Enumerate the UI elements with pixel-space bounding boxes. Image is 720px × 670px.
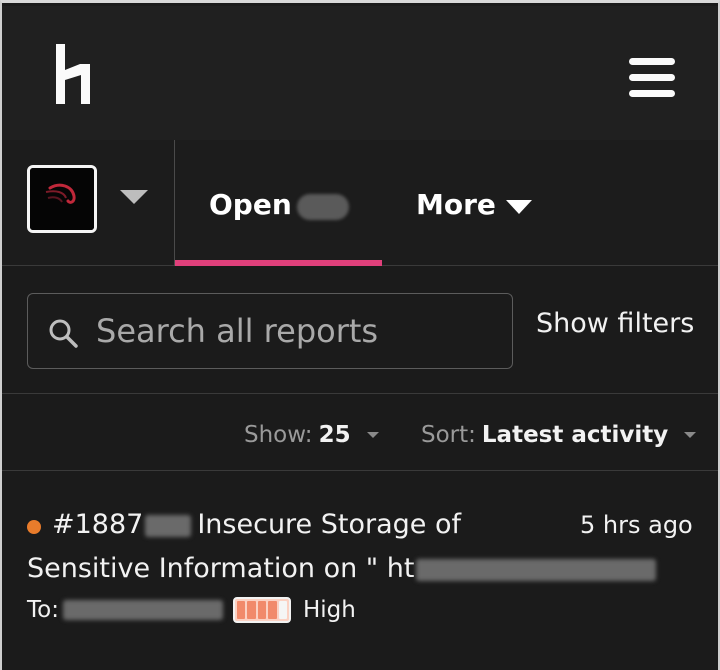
severity-segment xyxy=(236,601,246,619)
severity-segment xyxy=(257,601,267,619)
report-title-line2[interactable]: Sensitive Information on " ht xyxy=(27,553,657,584)
show-count-select[interactable]: Show: 25 xyxy=(244,422,379,448)
report-title-part1: Insecure Storage of xyxy=(197,509,462,540)
show-filters-button[interactable]: Show filters xyxy=(536,308,694,339)
report-time-ago: 5 hrs ago xyxy=(580,511,693,539)
search-input[interactable] xyxy=(96,308,496,354)
to-label: To: xyxy=(27,597,59,623)
tab-open-count-badge xyxy=(297,194,349,220)
severity-meter-icon xyxy=(232,597,291,623)
program-avatar-icon[interactable] xyxy=(27,165,97,233)
report-title-line1[interactable]: #1887 Insecure Storage of xyxy=(52,509,461,540)
severity-segment xyxy=(268,601,277,619)
chevron-down-icon xyxy=(366,432,379,438)
search-row: Show filters xyxy=(2,266,718,394)
report-list-item[interactable]: #1887 Insecure Storage of Sensitive Infor… xyxy=(2,471,718,670)
status-dot-icon xyxy=(27,520,41,534)
search-box[interactable] xyxy=(27,293,513,369)
tab-open[interactable]: Open xyxy=(175,140,382,266)
search-icon xyxy=(49,319,78,348)
redacted-id xyxy=(145,514,192,537)
chevron-down-icon xyxy=(684,432,697,438)
hamburger-menu-icon[interactable] xyxy=(629,56,679,100)
severity-segment xyxy=(247,601,256,619)
program-dropdown-caret-icon[interactable] xyxy=(120,190,148,204)
top-header xyxy=(2,6,718,140)
severity-segment xyxy=(278,601,287,619)
tab-more-label: More xyxy=(416,188,496,221)
hackerone-logo-icon[interactable] xyxy=(54,44,96,106)
redacted-url xyxy=(416,558,657,581)
report-title-part2: Sensitive Information on " ht xyxy=(27,553,415,584)
severity-label: High xyxy=(302,597,356,623)
tab-more-dropdown[interactable]: More xyxy=(416,188,532,221)
app-frame: Open More Show filters Show: 25 Sort: xyxy=(0,0,720,670)
report-recipient-row: To: High xyxy=(27,597,356,623)
report-tabs-bar: Open More xyxy=(2,140,718,266)
list-controls-row: Show: 25 Sort: Latest activity xyxy=(2,394,718,471)
tab-open-label: Open xyxy=(209,188,292,221)
sort-label: Sort: xyxy=(421,422,476,448)
redacted-program-name xyxy=(62,600,223,620)
show-value: 25 xyxy=(318,422,351,448)
sort-select[interactable]: Sort: Latest activity xyxy=(421,422,697,448)
chevron-down-icon xyxy=(505,199,532,214)
show-label: Show: xyxy=(244,422,313,448)
sort-value: Latest activity xyxy=(481,422,669,448)
report-id: #1887 xyxy=(52,509,144,540)
